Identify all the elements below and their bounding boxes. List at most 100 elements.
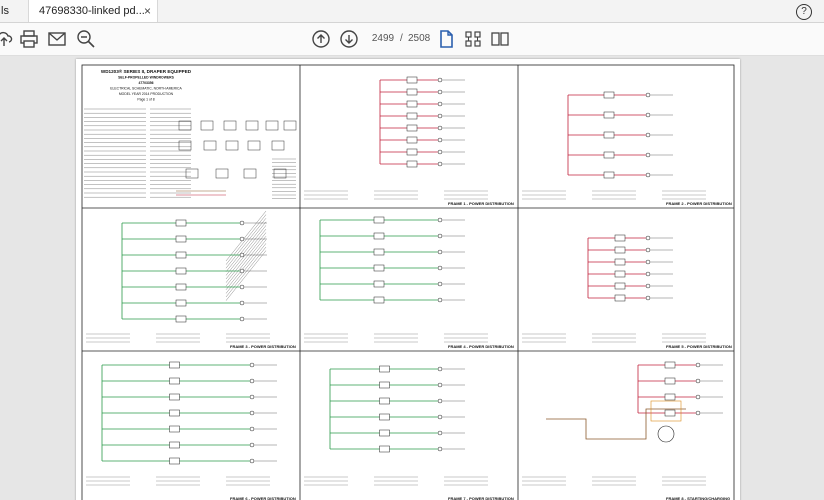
legend-symbol [215,168,229,179]
connector-symbol [249,394,255,400]
fuse-symbol [664,361,676,369]
connector-symbol [695,378,701,384]
page-separator: / [400,33,403,44]
fuse-symbol [406,100,418,108]
connector-symbol [437,233,443,239]
legend-symbol [178,120,192,131]
page-up-icon[interactable] [311,29,331,49]
fuse-symbol [373,264,385,272]
connector-symbol [437,77,443,83]
close-tab-icon[interactable]: × [144,0,151,22]
page-down-icon[interactable] [339,29,359,49]
connector-symbol [695,362,701,368]
connector-symbol [437,297,443,303]
connector-symbol [437,125,443,131]
connector-symbol [437,414,443,420]
fuse-symbol [406,124,418,132]
connector-symbol [645,92,651,98]
legend-row [225,239,267,290]
connector-symbol [239,252,245,258]
fuse-symbol [373,280,385,288]
fuse-symbol [664,409,676,417]
two-page-icon[interactable] [490,29,510,49]
tab-tools[interactable]: ls [0,0,28,22]
email-icon[interactable] [47,29,67,49]
connector-symbol [249,458,255,464]
legend-symbol [203,140,217,151]
connector-symbol [645,132,651,138]
connector-symbol [645,259,651,265]
zoom-out-icon[interactable] [76,29,96,49]
connector-symbol [437,446,443,452]
connector-symbol [437,265,443,271]
legend-symbol [243,168,257,179]
connector-symbol [437,217,443,223]
print-icon[interactable] [19,29,39,49]
connector-symbol [239,236,245,242]
connector-symbol [645,152,651,158]
fuse-symbol [379,445,390,453]
cloud-upload-icon[interactable] [0,29,14,49]
fuse-symbol [379,413,390,421]
page-number-input[interactable]: 2499 [368,31,398,47]
help-icon[interactable]: ? [796,4,812,20]
pdf-page: WD1203® SERIES II, DRAPER EQUIPPED SELF-P… [76,59,740,500]
title-line: SELF-PROPELLED WINDROWERS [118,76,174,80]
fuse-symbol [169,377,180,385]
connector-symbol [437,249,443,255]
connector-symbol [645,271,651,277]
tab-tools-label: ls [1,5,9,17]
fuse-symbol [664,393,676,401]
connector-symbol [437,113,443,119]
connector-symbol [437,161,443,167]
starter-symbol [657,425,675,443]
legend-symbol [247,140,261,151]
title-line: MODEL YEAR 2014 PRODUCTION [119,92,174,96]
frame-label: FRAME 7 - POWER DISTRIBUTION [448,496,514,500]
legend-row [225,225,267,276]
document-viewer[interactable]: WD1203® SERIES II, DRAPER EQUIPPED SELF-P… [0,56,824,500]
fuse-symbol [406,112,418,120]
fuse-symbol [664,377,676,385]
connector-symbol [239,316,245,322]
frame-label: FRAME 8 - STARTING/CHARGING [666,496,731,500]
legend-symbol [200,120,214,131]
legend-row [225,250,267,301]
connector-symbol [437,382,443,388]
connector-symbol [437,430,443,436]
title-line: Page 1 of 8 [137,98,154,102]
fuse-symbol [379,397,390,405]
legend-row [225,228,267,280]
legend-row [225,236,267,287]
connector-symbol [645,235,651,241]
fuse-symbol [614,282,626,290]
fuse-symbol [406,136,418,144]
connector-symbol [437,366,443,372]
tab-document[interactable]: 47698330-linked pd... × [28,0,158,22]
fuse-symbol [169,425,180,433]
toolbar: 2499 / 2508 [0,23,824,56]
legend-row [225,232,267,283]
frame-label: FRAME 3 - POWER DISTRIBUTION [230,344,296,349]
fuse-symbol [169,457,180,465]
legend-symbol [271,140,285,151]
fuse-symbol [169,441,180,449]
fuse-symbol [373,232,385,240]
fuse-symbol [603,111,615,119]
title-line: WD1203® SERIES II, DRAPER EQUIPPED [101,68,192,74]
tab-document-label: 47698330-linked pd... [39,5,145,17]
fuse-symbol [175,283,187,291]
connector-symbol [249,378,255,384]
frame-label: FRAME 4 - POWER DISTRIBUTION [448,344,514,349]
select-tool-icon[interactable] [436,29,456,49]
connector-symbol [695,394,701,400]
frame-label: FRAME 2 - POWER DISTRIBUTION [666,201,732,206]
page-thumbnails-icon[interactable] [463,29,483,49]
legend-symbol [178,140,192,151]
connector-symbol [437,101,443,107]
legend-row [225,243,267,294]
connector-symbol [239,284,245,290]
legend-row [225,210,267,262]
connector-symbol [645,295,651,301]
connector-symbol [249,442,255,448]
